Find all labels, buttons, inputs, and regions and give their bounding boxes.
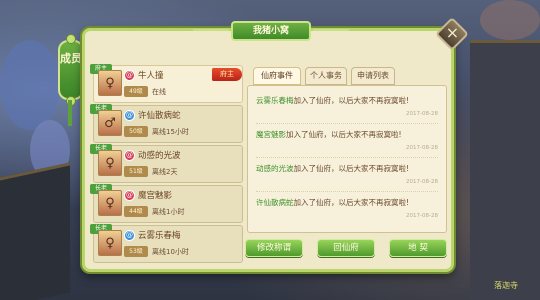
member-status: 离线10小时 <box>152 248 189 256</box>
event-member-name: 动感的光波 <box>256 164 294 173</box>
event-message: 加入了仙府，以后大家不再寂寞啦! <box>293 198 410 207</box>
member-list[interactable]: 府主 ♀ @ 牛人撞 49级 在线 府主 长老 ♂ @ 许仙散病蛇 50级 离线… <box>90 64 243 265</box>
level-tag: 49级 <box>124 86 148 97</box>
level-tag: 51级 <box>124 166 148 177</box>
avatar: ♀ <box>98 150 122 176</box>
school-icon: @ <box>124 150 135 161</box>
member-status: 离线15小时 <box>152 128 189 136</box>
event-message: 加入了仙府，以后大家不再寂寞啦! <box>286 130 402 139</box>
tab-application-list[interactable]: 申请列表 <box>351 67 395 85</box>
school-icon: @ <box>124 70 135 81</box>
close-icon: × <box>446 23 460 43</box>
event-message: 加入了仙府，以后大家不再寂寞啦! <box>293 96 410 105</box>
scene-tree <box>0 40 60 130</box>
event-time: 2017-08-28 <box>406 111 438 117</box>
event-text: 动感的光波加入了仙府，以后大家不再寂寞啦! <box>256 163 409 174</box>
member-name: 许仙散病蛇 <box>138 111 181 121</box>
event-item: 动感的光波加入了仙府，以后大家不再寂寞啦! 2017-08-28 <box>256 158 438 192</box>
house-panel: 我猪小窝 府主 ♀ @ 牛人撞 49级 在线 府主 长老 ♂ @ 许仙散病蛇 5… <box>82 21 454 272</box>
event-text: 云雾乐春梅加入了仙府，以后大家不再寂寞啦! <box>256 95 409 106</box>
event-log[interactable]: 云雾乐春梅加入了仙府，以后大家不再寂寞啦! 2017-08-28 魔宫魅影加入了… <box>247 85 447 233</box>
scene-roof <box>0 162 70 300</box>
event-member-name: 魔宫魅影 <box>256 130 286 139</box>
event-time: 2017-08-28 <box>406 179 438 185</box>
event-text: 魔宫魅影加入了仙府，以后大家不再寂寞啦! <box>256 129 402 140</box>
level-tag: 44级 <box>124 206 148 217</box>
event-time: 2017-08-28 <box>406 145 438 151</box>
event-member-name: 云雾乐春梅 <box>256 96 294 105</box>
member-status: 离线1小时 <box>152 208 185 216</box>
side-tab-label: 成员 <box>60 52 82 65</box>
level-tag: 53级 <box>124 246 148 257</box>
member-name: 动感的光波 <box>138 151 181 161</box>
tab-personal-affairs[interactable]: 个人事务 <box>305 67 347 85</box>
event-item: 魔宫魅影加入了仙府，以后大家不再寂寞啦! 2017-08-28 <box>256 124 438 158</box>
avatar: ♂ <box>98 110 122 136</box>
member-row[interactable]: 长老 ♀ @ 云雾乐春梅 53级 离线10小时 <box>90 224 243 263</box>
school-icon: @ <box>124 230 135 241</box>
event-time: 2017-08-28 <box>406 213 438 219</box>
member-name: 牛人撞 <box>138 71 164 81</box>
level-tag: 50级 <box>124 126 148 137</box>
return-house-button[interactable]: 回仙府 <box>317 239 375 257</box>
member-row[interactable]: 府主 ♀ @ 牛人撞 49级 在线 府主 <box>90 64 243 103</box>
event-message: 加入了仙府，以后大家不再寂寞啦! <box>293 164 410 173</box>
map-location-label: 落迦寺 <box>494 281 518 290</box>
member-name: 魔宫魅影 <box>138 191 173 201</box>
panel-title: 我猪小窝 <box>193 21 349 41</box>
scene-tree <box>480 0 540 40</box>
tab-knob <box>66 34 76 44</box>
member-row[interactable]: 长老 ♀ @ 动感的光波 51级 离线2天 <box>90 144 243 183</box>
tassel-decoration <box>68 100 72 126</box>
event-item: 云雾乐春梅加入了仙府，以后大家不再寂寞啦! 2017-08-28 <box>256 90 438 124</box>
member-status: 离线2天 <box>152 168 178 176</box>
member-row[interactable]: 长老 ♂ @ 许仙散病蛇 50级 离线15小时 <box>90 104 243 143</box>
school-icon: @ <box>124 190 135 201</box>
school-icon: @ <box>124 110 135 121</box>
owner-badge: 府主 <box>212 68 242 81</box>
member-name: 云雾乐春梅 <box>138 231 181 241</box>
event-text: 许仙散病蛇加入了仙府，以后大家不再寂寞啦! <box>256 197 409 208</box>
event-item: 许仙散病蛇加入了仙府，以后大家不再寂寞啦! 2017-08-28 <box>256 192 438 226</box>
side-tab-members[interactable]: 成员 <box>58 34 84 106</box>
tab-house-events[interactable]: 仙府事件 <box>253 67 301 85</box>
scene-wall <box>470 40 540 300</box>
avatar: ♀ <box>98 70 122 96</box>
member-row[interactable]: 长老 ♀ @ 魔宫魅影 44级 离线1小时 <box>90 184 243 223</box>
avatar: ♀ <box>98 190 122 216</box>
member-status: 在线 <box>152 88 166 96</box>
land-deed-button[interactable]: 地 契 <box>389 239 447 257</box>
event-member-name: 许仙散病蛇 <box>256 198 294 207</box>
avatar: ♀ <box>98 230 122 256</box>
modify-title-button[interactable]: 修改称谓 <box>245 239 303 257</box>
